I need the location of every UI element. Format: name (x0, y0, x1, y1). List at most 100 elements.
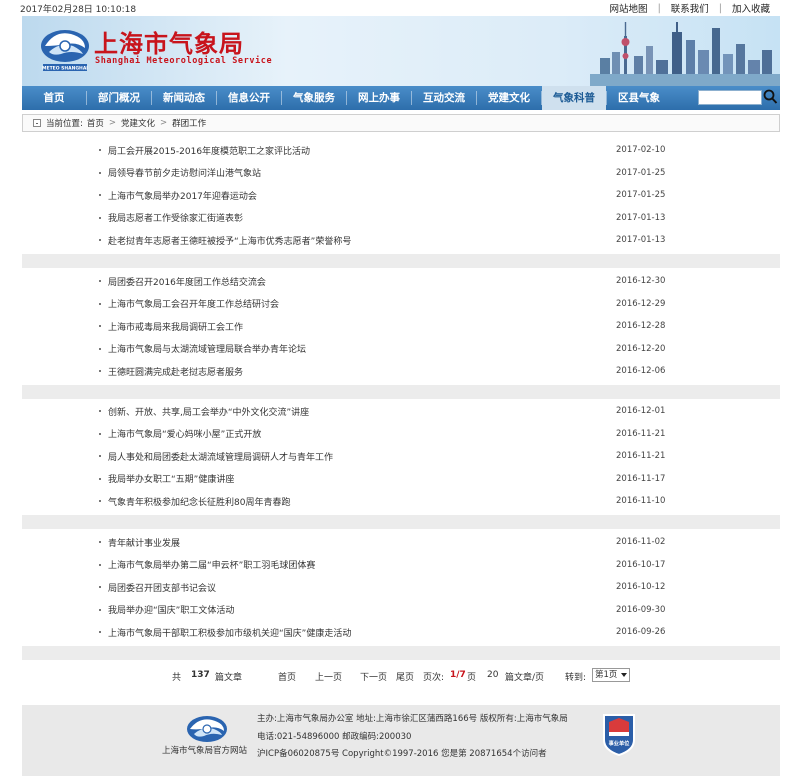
bullet-icon (99, 455, 101, 458)
meteo-logo-icon[interactable]: METEO SHANGHAI (37, 24, 93, 74)
total-count: 137 (191, 670, 210, 680)
bullet-icon (99, 410, 101, 412)
article-date: 2017-01-25 (616, 167, 666, 178)
goto-page-select[interactable]: 第1页 (592, 668, 630, 682)
nav-item-home[interactable]: 首页 (22, 86, 86, 110)
article-title-link[interactable]: 我局志愿者工作受徐家汇街道表彰 (108, 211, 243, 224)
article-title-link[interactable]: 上海市气象局举办2017年迎春运动会 (108, 189, 257, 202)
article-date: 2016-11-17 (616, 473, 666, 484)
bullet-icon (99, 631, 101, 634)
article-title-link[interactable]: 我局举办迎“国庆”职工文体活动 (108, 603, 234, 616)
bullet-icon (99, 149, 101, 151)
article-date: 2017-01-25 (616, 190, 666, 201)
last-page-link[interactable]: 尾页 (396, 670, 414, 683)
list-item[interactable]: 创新、开放、共享,局工会举办“中外文化交流”讲座 2016-12-01 (22, 400, 780, 422)
main-nav: 首页 部门概况 新闻动态 信息公开 气象服务 网上办事 互动交流 党建文化 气象科普 区县气象 (22, 86, 780, 110)
first-page-link[interactable]: 首页 (278, 670, 296, 683)
nav-item-info-open[interactable]: 信息公开 (217, 86, 281, 110)
list-item[interactable]: 局工会开展2015-2016年度模范职工之家评比活动 2017-02-10 (22, 139, 780, 161)
article-date: 2017-01-13 (616, 212, 666, 223)
article-date: 2016-12-01 (616, 406, 666, 416)
article-date: 2016-09-30 (616, 604, 666, 615)
nav-item-party-culture[interactable]: 党建文化 (477, 86, 541, 110)
article-title-link[interactable]: 局团委召开团支部书记会议 (108, 581, 216, 594)
breadcrumb-current[interactable]: 群团工作 (172, 117, 206, 129)
bullet-icon (99, 216, 101, 219)
nav-item-department[interactable]: 部门概况 (87, 86, 151, 110)
list-item[interactable]: 王德旺圆满完成赴老挝志愿者服务 2016-12-06 (22, 360, 780, 382)
article-date: 2016-12-29 (616, 298, 666, 309)
bullet-icon (99, 541, 101, 543)
list-item[interactable]: 局领导春节前夕走访慰问洋山港气象站 2017-01-25 (22, 162, 780, 184)
list-item[interactable]: 青年献计事业发展 2016-11-02 (22, 531, 780, 553)
total-prefix: 共 (172, 673, 182, 683)
page-unit: 页 (467, 673, 477, 683)
chevron-down-icon (621, 673, 627, 677)
list-item[interactable]: 气象青年积极参加纪念长征胜利80周年青春跑 2016-11-10 (22, 490, 780, 512)
breadcrumb-home[interactable]: 首页 (87, 117, 104, 129)
article-date: 2016-12-28 (616, 321, 666, 332)
search-icon[interactable] (763, 89, 778, 105)
nav-item-interaction[interactable]: 互动交流 (412, 86, 476, 110)
article-title-link[interactable]: 赴老挝青年志愿者王德旺被授予“上海市优秀志愿者”荣誉称号 (108, 234, 351, 247)
list-item[interactable]: 局团委召开2016年度团工作总结交流会 2016-12-30 (22, 270, 780, 292)
search-input[interactable] (698, 90, 762, 105)
footer: 上海市气象局官方网站 主办:上海市气象局办公室 地址:上海市徐汇区蒲西路166号… (22, 705, 780, 776)
article-date: 2016-12-30 (616, 276, 666, 286)
goto-label: 转到: (565, 673, 587, 683)
list-item[interactable]: 局人事处和局团委赴太湖流域管理局调研人才与青年工作 2016-11-21 (22, 445, 780, 467)
list-item[interactable]: 赴老挝青年志愿者王德旺被授予“上海市优秀志愿者”荣誉称号 2017-01-13 (22, 229, 780, 251)
article-title-link[interactable]: 上海市气象局“爱心妈咪小屋”正式开放 (108, 427, 261, 440)
list-item[interactable]: 上海市气象局“爱心妈咪小屋”正式开放 2016-11-21 (22, 423, 780, 445)
article-date: 2017-01-13 (616, 235, 666, 246)
top-bar: 2017年02月28日 10:10:18 网站地图 | 联系我们 | 加入收藏 (0, 0, 800, 16)
list-item[interactable]: 我局举办女职工“五期”健康讲座 2016-11-17 (22, 468, 780, 490)
nav-item-online-service[interactable]: 网上办事 (347, 86, 411, 110)
footer-logo-icon[interactable] (184, 713, 230, 747)
emblem-text: METEO SHANGHAI (42, 66, 88, 72)
footer-copyright: 沪ICP备06020875号 Copyright©1997-2016 您是第 2… (257, 749, 547, 759)
add-favorite-link[interactable]: 加入收藏 (722, 1, 780, 15)
prev-page-link[interactable]: 上一页 (315, 670, 342, 683)
bullet-icon (99, 500, 101, 503)
nav-item-news[interactable]: 新闻动态 (152, 86, 216, 110)
article-title-link[interactable]: 上海市气象局与太湖流域管理局联合举办青年论坛 (108, 342, 306, 355)
article-title-link[interactable]: 局工会开展2015-2016年度模范职工之家评比活动 (108, 144, 310, 157)
article-title-link[interactable]: 上海市气象局举办第二届“申云杯”职工羽毛球团体赛 (108, 558, 315, 571)
article-title-link[interactable]: 青年献计事业发展 (108, 536, 180, 549)
site-map-link[interactable]: 网站地图 (600, 1, 658, 15)
article-title-link[interactable]: 上海市气象局工会召开年度工作总结研讨会 (108, 297, 279, 310)
article-title-link[interactable]: 上海市气象局干部职工积极参加市级机关迎“国庆”健康走活动 (108, 626, 351, 639)
list-item[interactable]: 局团委召开团支部书记会议 2016-10-12 (22, 576, 780, 598)
site-title-en: Shanghai Meteorological Service (95, 56, 273, 66)
bullet-icon (99, 302, 101, 305)
nav-item-district-meteo[interactable]: 区县气象 (607, 86, 671, 110)
list-item[interactable]: 上海市气象局举办第二届“申云杯”职工羽毛球团体赛 2016-10-17 (22, 554, 780, 576)
public-institution-badge-icon[interactable]: 事业单位 (601, 712, 637, 756)
nav-item-meteo-science[interactable]: 气象科普 (542, 86, 606, 110)
article-title-link[interactable]: 王德旺圆满完成赴老挝志愿者服务 (108, 365, 243, 378)
article-title-link[interactable]: 局领导春节前夕走访慰问洋山港气象站 (108, 166, 261, 179)
list-item[interactable]: 我局举办迎“国庆”职工文体活动 2016-09-30 (22, 599, 780, 621)
list-item[interactable]: 上海市气象局举办2017年迎春运动会 2017-01-25 (22, 184, 780, 206)
list-item[interactable]: 我局志愿者工作受徐家汇街道表彰 2017-01-13 (22, 207, 780, 229)
list-item[interactable]: 上海市气象局工会召开年度工作总结研讨会 2016-12-29 (22, 293, 780, 315)
page-current: 1/7 (450, 670, 466, 680)
next-page-link[interactable]: 下一页 (360, 670, 387, 683)
article-title-link[interactable]: 上海市戒毒局来我局调研工会工作 (108, 320, 243, 333)
site-title[interactable]: 上海市气象局 (94, 24, 244, 59)
article-title-link[interactable]: 局人事处和局团委赴太湖流域管理局调研人才与青年工作 (108, 450, 333, 463)
article-title-link[interactable]: 创新、开放、共享,局工会举办“中外文化交流”讲座 (108, 405, 309, 418)
contact-us-link[interactable]: 联系我们 (661, 1, 719, 15)
list-item[interactable]: 上海市气象局与太湖流域管理局联合举办青年论坛 2016-12-20 (22, 338, 780, 360)
badge-text: 事业单位 (609, 739, 631, 747)
article-title-link[interactable]: 我局举办女职工“五期”健康讲座 (108, 472, 234, 485)
list-item[interactable]: 上海市气象局干部职工积极参加市级机关迎“国庆”健康走活动 2016-09-26 (22, 621, 780, 643)
goto-page-value: 第1页 (595, 670, 618, 680)
list-item[interactable]: 上海市戒毒局来我局调研工会工作 2016-12-28 (22, 315, 780, 337)
article-date: 2016-12-06 (616, 366, 666, 377)
article-title-link[interactable]: 局团委召开2016年度团工作总结交流会 (108, 275, 266, 288)
breadcrumb-party-culture[interactable]: 党建文化 (121, 117, 155, 129)
nav-item-weather-service[interactable]: 气象服务 (282, 86, 346, 110)
article-title-link[interactable]: 气象青年积极参加纪念长征胜利80周年青春跑 (108, 495, 290, 508)
